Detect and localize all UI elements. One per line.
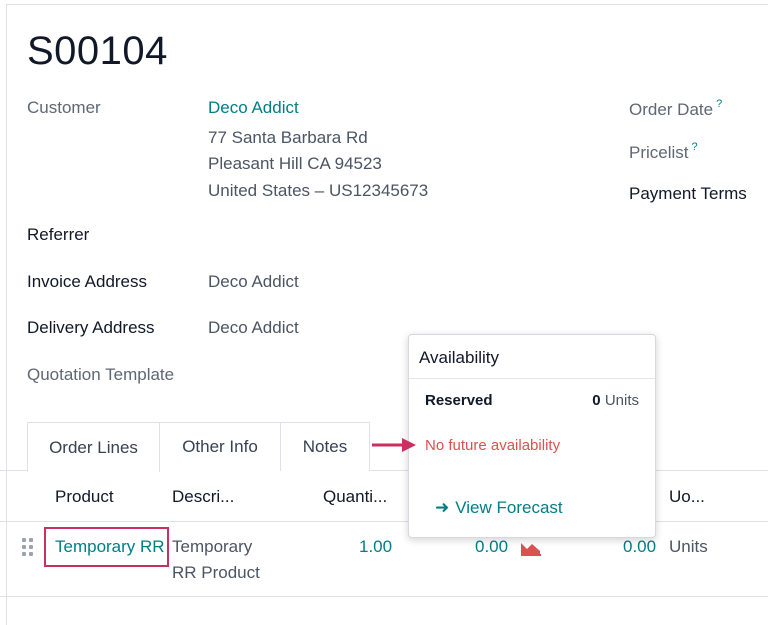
view-forecast-button[interactable]: ➜ View Forecast (435, 498, 563, 518)
column-header-quantity[interactable]: Quanti... (323, 487, 387, 507)
tab-order-lines[interactable]: Order Lines (27, 422, 160, 472)
reserved-label: Reserved (425, 392, 493, 409)
invoice-address-field[interactable]: Deco Addict (208, 272, 299, 292)
annotation-highlight-box (44, 527, 169, 567)
quantity-cell[interactable]: 1.00 (359, 537, 392, 557)
address-line-2: Pleasant Hill CA 94523 (208, 154, 382, 173)
tab-notes[interactable]: Notes (280, 422, 370, 471)
invoice-address-label: Invoice Address (27, 272, 148, 291)
arrow-right-icon: ➜ (435, 498, 450, 517)
reserved-value: 0 Units (592, 392, 639, 409)
column-header-description[interactable]: Descri... (172, 487, 234, 507)
description-line-2: RR Product (172, 563, 260, 582)
reserved-qty: 0 (592, 392, 601, 409)
annotation-arrow-icon (372, 437, 418, 458)
forecast-chart-icon[interactable] (520, 538, 542, 561)
no-future-availability: No future availability (425, 437, 561, 454)
delivery-address-label: Delivery Address (27, 318, 155, 337)
uom-cell: Units (669, 537, 708, 556)
order-date-label-text: Order Date (629, 100, 714, 119)
delivered-cell: 0.00 (475, 537, 509, 556)
pricelist-label: Pricelist? (629, 141, 698, 163)
tab-label: Notes (302, 437, 348, 456)
payment-terms-label: Payment Terms (629, 184, 747, 203)
description-line-1: Temporary (172, 537, 253, 556)
delivery-address-field[interactable]: Deco Addict (208, 318, 299, 338)
customer-label: Customer (27, 98, 101, 117)
help-tooltip-icon[interactable]: ? (692, 141, 698, 153)
tab-label: Order Lines (49, 437, 138, 457)
column-header-uom[interactable]: Uo... (669, 487, 705, 507)
pricelist-label-text: Pricelist (629, 143, 689, 162)
reserved-unit: Units (604, 392, 639, 409)
invoiced-cell: 0.00 (623, 537, 657, 556)
row-divider (0, 596, 768, 597)
page-title: S00104 (27, 29, 168, 73)
availability-popover: Availability Reserved 0 Units No future … (408, 334, 656, 538)
tab-label: Other Info (182, 437, 258, 456)
drag-handle-icon[interactable] (22, 538, 34, 556)
address-line-3: United States – US12345673 (208, 181, 429, 200)
help-tooltip-icon[interactable]: ? (716, 98, 722, 110)
column-header-product[interactable]: Product (55, 487, 114, 507)
referrer-label: Referrer (27, 225, 90, 244)
order-date-label: Order Date? (629, 98, 722, 120)
popover-title: Availability (419, 348, 500, 367)
tab-other-info[interactable]: Other Info (158, 422, 282, 471)
customer-link[interactable]: Deco Addict (208, 98, 299, 118)
quotation-template-label: Quotation Template (27, 365, 175, 384)
address-line-1: 77 Santa Barbara Rd (208, 128, 368, 147)
view-forecast-label: View Forecast (455, 498, 563, 517)
